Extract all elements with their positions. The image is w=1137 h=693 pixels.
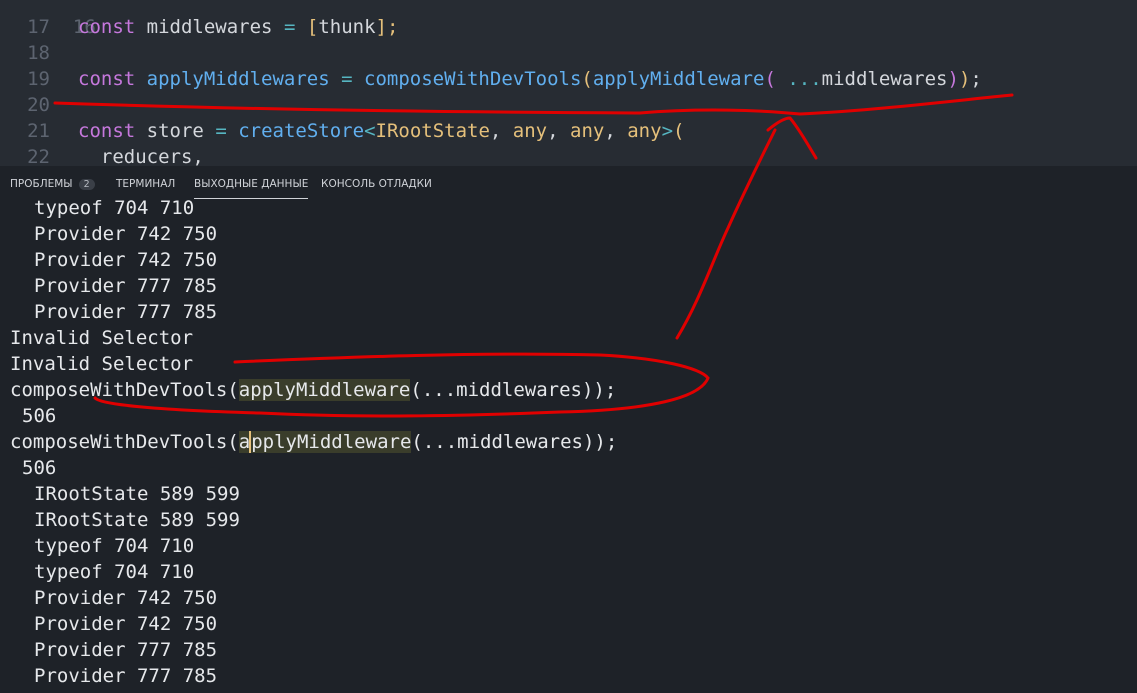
output-line: typeof 704 710 — [34, 535, 195, 557]
problems-count-badge: 2 — [78, 179, 95, 190]
operator: = — [283, 16, 296, 38]
keyword: const — [78, 68, 136, 90]
output-line: Provider 777 785 — [34, 665, 218, 687]
code-line-17: 17 const middlewares = [thunk]; — [0, 14, 398, 40]
semicolon: ; — [970, 68, 982, 90]
highlighted-match: applyMiddleware — [238, 379, 411, 401]
line-number: 20 — [27, 94, 50, 116]
bracket: ( — [581, 68, 593, 90]
output-line: Provider 742 750 — [34, 249, 218, 271]
keyword: const — [78, 120, 136, 142]
output-text: composeWithDevTools( — [10, 379, 239, 401]
type-name: any — [627, 120, 662, 142]
output-line: Provider 742 750 — [34, 223, 218, 245]
output-line: Invalid Selector — [10, 353, 194, 375]
tab-label: ПРОБЛЕМЫ — [10, 178, 73, 190]
output-line-compose-2: composeWithDevTools(applyMiddleware(...m… — [10, 429, 617, 455]
output-text: (...middlewares)); — [410, 379, 617, 401]
operator: > — [661, 120, 674, 142]
operator: = — [215, 120, 227, 142]
code-line-22: 22 reducers, — [0, 144, 204, 166]
output-line: typeof 704 710 — [34, 561, 195, 583]
bracket: ]; — [375, 16, 399, 38]
code-line-18: 18 — [0, 40, 78, 66]
tab-label: ВЫХОДНЫЕ ДАННЫЕ — [194, 178, 309, 190]
operator: < — [364, 120, 376, 142]
output-line: 506 — [22, 457, 57, 479]
highlighted-match: applyMiddleware — [238, 431, 412, 453]
code-line-16: 16 — [0, 0, 124, 38]
code-line-19: 19 const applyMiddlewares = composeWithDe… — [0, 66, 982, 92]
line-number: 18 — [27, 42, 50, 64]
identifier: middlewares — [146, 16, 273, 38]
bracket: ) — [947, 68, 959, 90]
type-name: any — [512, 120, 548, 142]
identifier: middlewares — [821, 68, 948, 90]
output-text: (...middlewares)); — [411, 431, 618, 453]
type-name: any — [570, 120, 605, 142]
output-line: Invalid Selector — [10, 327, 194, 349]
identifier: applyMiddlewares — [146, 68, 330, 90]
code-line-21: 21 const store = createStore<IRootState, … — [0, 118, 684, 144]
operator: = — [341, 68, 353, 90]
output-line: typeof 704 710 — [34, 197, 195, 219]
identifier: reducers, — [100, 146, 204, 166]
function-name: composeWithDevTools — [364, 68, 582, 90]
tab-label: ТЕРМИНАЛ — [116, 178, 176, 190]
output-panel[interactable]: typeof 704 710 Provider 742 750 Provider… — [0, 195, 1137, 693]
output-line: Provider 777 785 — [34, 275, 218, 297]
line-number: 17 — [27, 16, 50, 38]
bracket: [ — [306, 16, 319, 38]
bracket: ( — [764, 68, 776, 90]
output-line: Provider 777 785 — [34, 639, 218, 661]
bracket: ( — [673, 120, 685, 142]
output-line: 506 — [22, 405, 57, 427]
output-line: IRootState 589 599 — [34, 483, 240, 505]
spread-operator: ... — [787, 68, 822, 90]
bracket: ) — [958, 68, 971, 90]
function-name: createStore — [238, 120, 365, 142]
line-number: 19 — [27, 68, 50, 90]
output-line: Provider 777 785 — [34, 301, 218, 323]
code-line-20: 20 — [0, 92, 78, 118]
text-cursor: pplyMiddleware — [249, 431, 412, 453]
output-line: IRootState 589 599 — [34, 509, 240, 531]
output-line: Provider 742 750 — [34, 587, 218, 609]
type-name: IRootState — [375, 120, 490, 142]
line-number: 21 — [27, 120, 50, 142]
code-editor[interactable]: 16 17 const middlewares = [thunk]; 18 19 c… — [0, 0, 1137, 166]
output-line: Provider 742 750 — [34, 613, 218, 635]
identifier: store — [146, 120, 204, 142]
output-text: composeWithDevTools( — [10, 431, 239, 453]
output-line-compose-1: composeWithDevTools(applyMiddleware(...m… — [10, 377, 616, 403]
keyword: const — [78, 16, 136, 38]
line-number: 22 — [27, 146, 50, 166]
function-name: applyMiddleware — [592, 68, 765, 90]
identifier: thunk — [318, 16, 376, 38]
tab-label: КОНСОЛЬ ОТЛАДКИ — [321, 178, 432, 190]
